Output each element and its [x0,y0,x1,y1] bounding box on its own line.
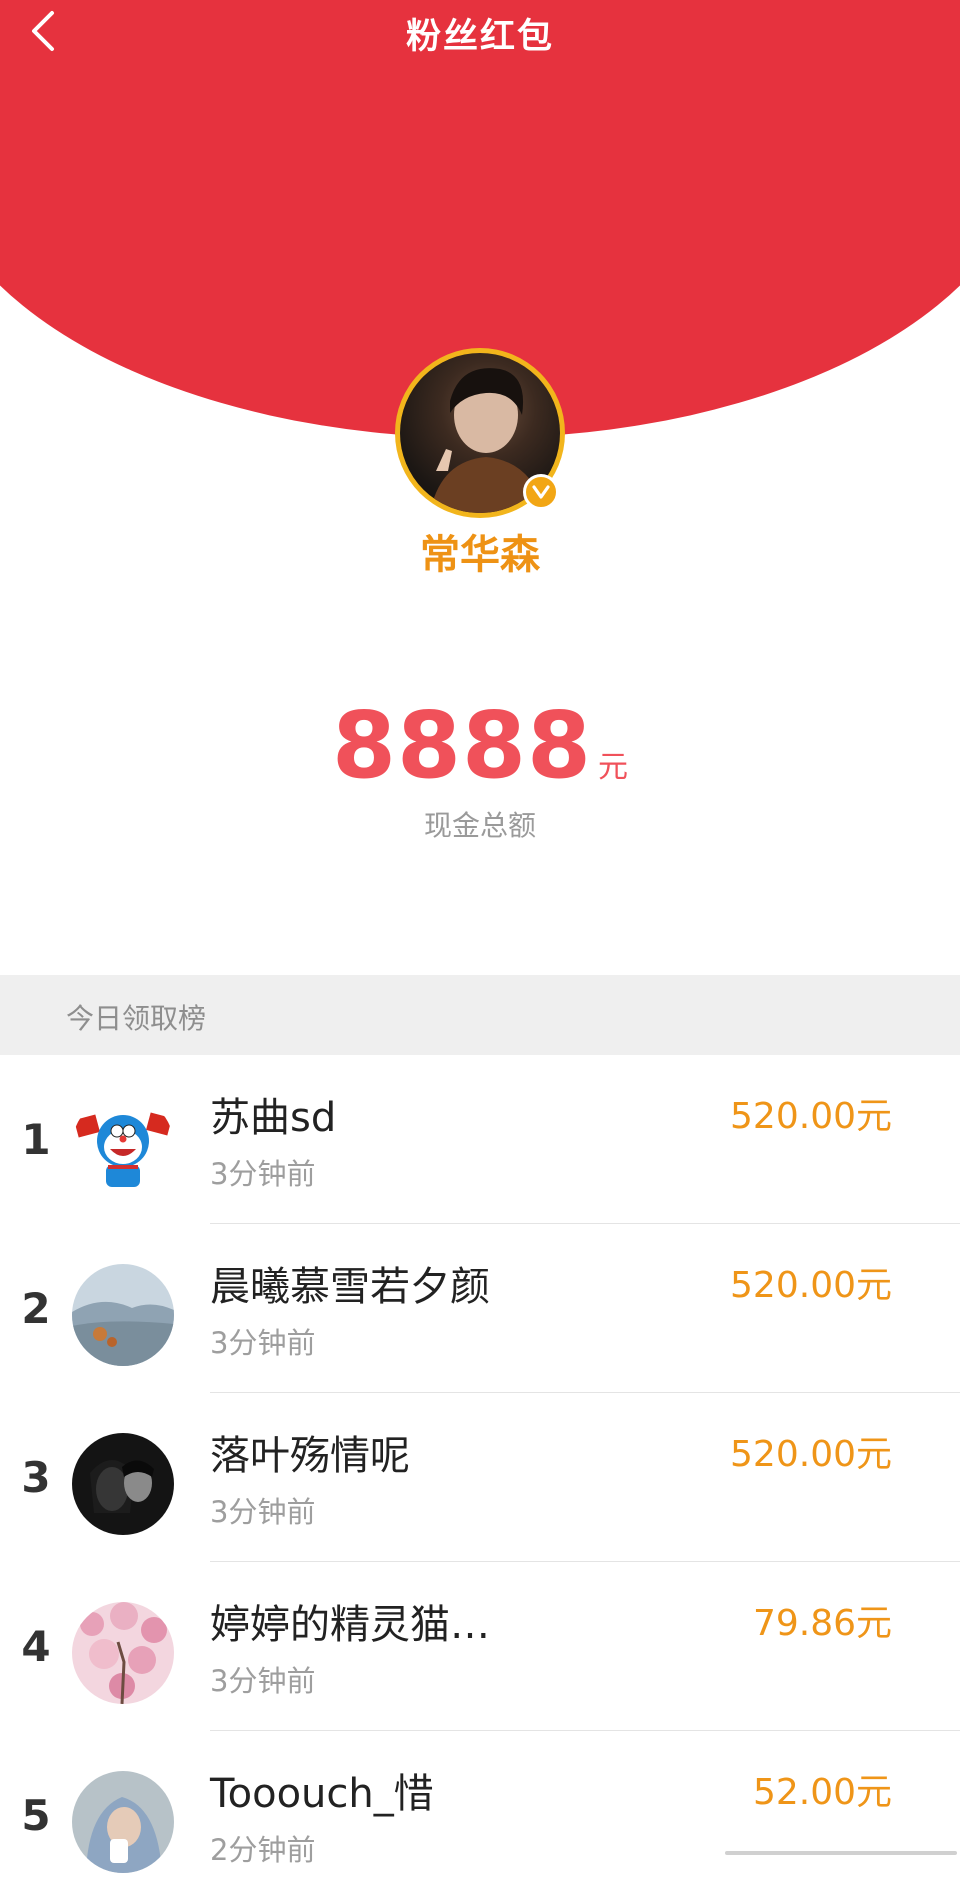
person-avatar[interactable] [72,1771,174,1873]
claim-amount: 520.00元 [730,1434,892,1475]
total-amount: 8888 元 [0,700,960,792]
user-name: 苏曲sd [210,1095,337,1141]
rank-number: 5 [21,1791,51,1840]
leaderboard-title: 今日领取榜 [66,1002,207,1035]
rank-number: 2 [21,1284,51,1333]
blossom-avatar[interactable] [72,1602,174,1704]
amount-unit: 元 [598,750,629,785]
user-name: Tooouch_惜 [210,1771,434,1817]
user-name: 晨曦慕雪若夕颜 [210,1264,490,1310]
list-item[interactable]: 5 Tooouch_惜 2分钟前 52.00元 [0,1731,960,1900]
rank-number: 1 [21,1115,51,1164]
claim-time: 3分钟前 [210,1495,316,1529]
claim-time: 3分钟前 [210,1157,316,1191]
amount-value: 8888 [331,692,593,799]
couple-avatar[interactable] [72,1433,174,1535]
claim-time: 3分钟前 [210,1326,316,1360]
claim-time: 2分钟前 [210,1833,316,1867]
rank-number: 3 [21,1453,51,1502]
leaderboard-list: 1 苏曲sd 3分钟前 520.00元 2 晨曦慕雪若夕颜 3分钟前 520.0… [0,1055,960,1900]
list-item[interactable]: 1 苏曲sd 3分钟前 520.00元 [0,1055,960,1224]
claim-amount: 52.00元 [752,1772,892,1813]
landscape-avatar[interactable] [72,1264,174,1366]
list-item[interactable]: 3 落叶殇情呢 3分钟前 520.00元 [0,1393,960,1562]
creator-name: 常华森 [420,532,540,578]
claim-amount: 79.86元 [752,1603,892,1644]
list-item[interactable]: 2 晨曦慕雪若夕颜 3分钟前 520.00元 [0,1224,960,1393]
list-item[interactable]: 4 婷婷的精灵猫… 3分钟前 79.86元 [0,1562,960,1731]
claim-time: 3分钟前 [210,1664,316,1698]
user-name: 婷婷的精灵猫… [210,1602,490,1648]
amount-label: 现金总额 [423,809,536,842]
cartoon-avatar[interactable] [72,1095,174,1197]
profile-avatar[interactable] [395,348,565,518]
leaderboard-header: 今日领取榜 [0,975,960,1055]
user-name: 落叶殇情呢 [210,1433,410,1479]
claim-amount: 520.00元 [730,1265,892,1306]
rank-number: 4 [21,1622,51,1671]
home-indicator [725,1851,957,1855]
claim-amount: 520.00元 [730,1096,892,1137]
verified-check-icon [523,474,559,510]
page-title: 粉丝红包 [405,17,554,57]
